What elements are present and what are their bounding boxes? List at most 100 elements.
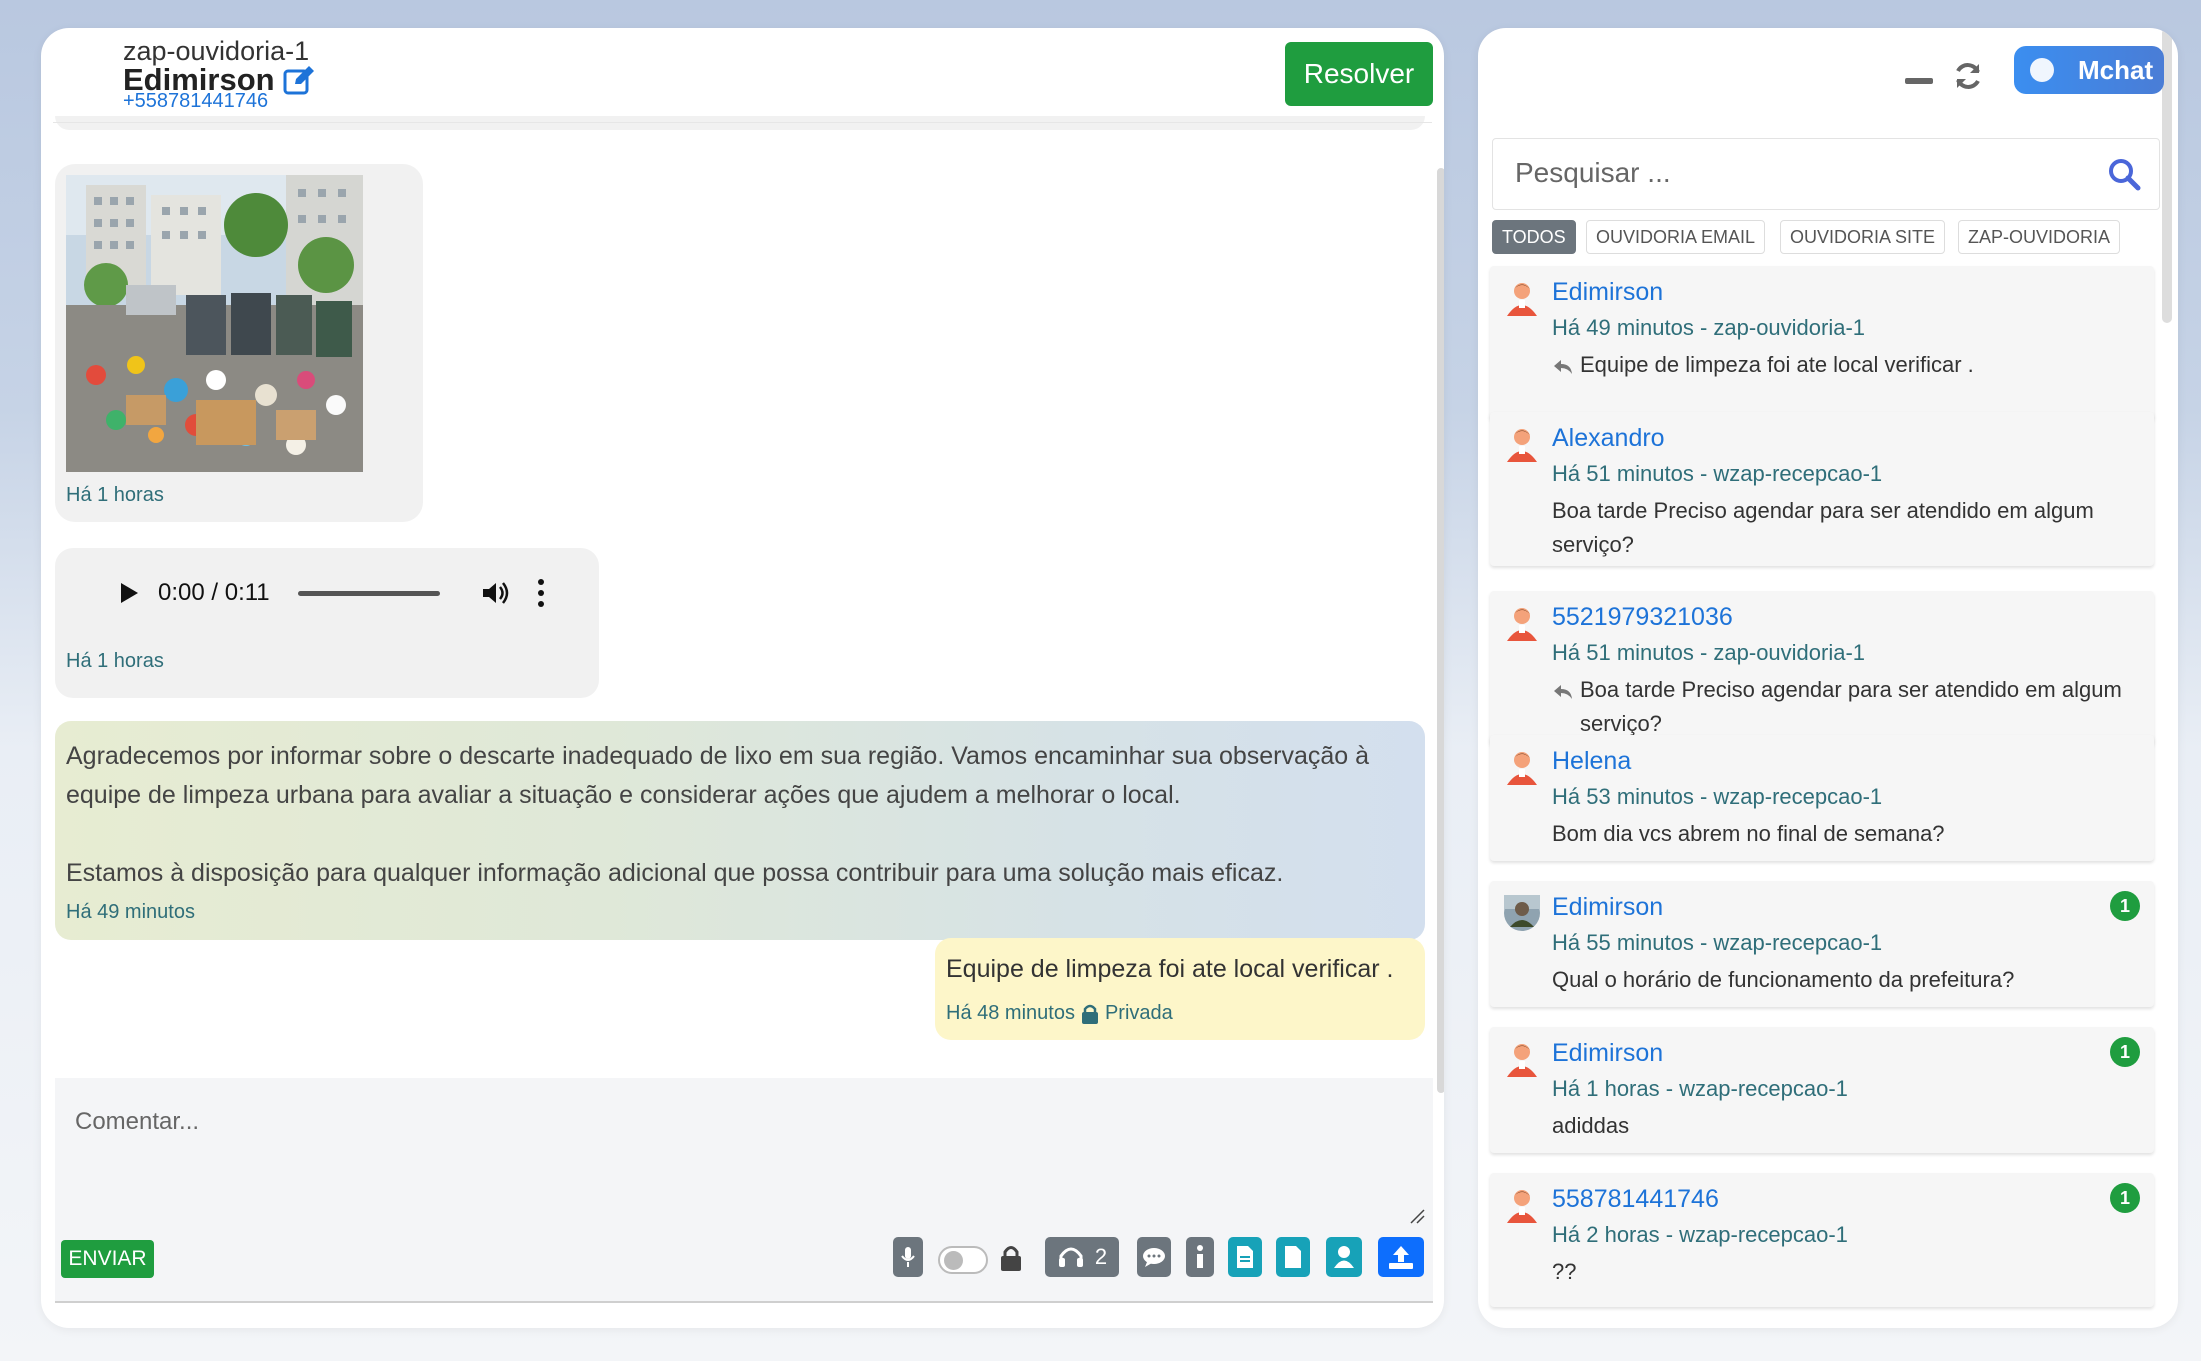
avatar	[1504, 895, 1540, 931]
info-icon[interactable]	[1186, 1237, 1214, 1277]
conversation-message-text: Equipe de limpeza foi ate local verifica…	[1580, 352, 1974, 377]
private-toggle[interactable]	[938, 1246, 988, 1274]
conversation-meta: Há 1 horas - wzap-recepcao-1	[1552, 1076, 1848, 1101]
audio-progress-slider[interactable]	[297, 590, 440, 596]
conversation-name[interactable]: Helena	[1552, 747, 1631, 776]
chat-panel: zap-ouvidoria-1 Edimirson +558781441746 …	[41, 28, 1444, 1328]
conversation-item[interactable]: Edimirson Há 55 minutos - wzap-recepcao-1…	[1490, 881, 2154, 1007]
filter-todos[interactable]: TODOS	[1492, 220, 1576, 254]
conversation-message-text: Boa tarde Preciso agendar para ser atend…	[1580, 677, 2122, 736]
message-time: Há 1 horas	[66, 484, 164, 506]
audio-player: 0:00 / 0:11	[85, 566, 575, 620]
conversation-meta: Há 53 minutos - wzap-recepcao-1	[1552, 784, 1883, 809]
chat-bubble-icon	[2030, 58, 2054, 82]
filter-ouvidoria-email[interactable]: OUVIDORIA EMAIL	[1586, 220, 1766, 254]
resize-grip-icon[interactable]	[1409, 1208, 1425, 1224]
conversation-last-message: adiddas	[1552, 1109, 2152, 1143]
conversation-sidebar: Mchat Pesquisar ... TODOS OUVIDORIA EMAI…	[1478, 28, 2178, 1328]
message-time: Há 49 minutos	[66, 901, 195, 923]
conversation-item[interactable]: 558781441746 Há 2 horas - wzap-recepcao-1…	[1490, 1173, 2154, 1307]
filter-zap-ouvidoria[interactable]: ZAP-OUVIDORIA	[1958, 220, 2121, 254]
reply-icon	[1552, 679, 1574, 701]
audio-time-display: 0:00 / 0:11	[158, 579, 270, 606]
conversation-message-text: Boa tarde Preciso agendar para ser atend…	[1552, 498, 2094, 557]
edit-icon[interactable]	[283, 65, 315, 95]
message-paragraph: Estamos à disposição para qualquer infor…	[66, 859, 1284, 887]
microphone-icon[interactable]	[893, 1237, 923, 1277]
conversation-last-message: Equipe de limpeza foi ate local verifica…	[1552, 348, 2152, 382]
chat-icon[interactable]	[1137, 1237, 1171, 1277]
conversation-meta: Há 51 minutos - wzap-recepcao-1	[1552, 461, 1883, 486]
file-icon[interactable]	[1276, 1237, 1310, 1277]
private-note-message: Equipe de limpeza foi ate local verifica…	[935, 938, 1425, 1040]
agents-count: 2	[1094, 1244, 1108, 1269]
avatar	[1504, 426, 1540, 462]
mchat-brand-button[interactable]: Mchat	[2014, 46, 2164, 94]
play-icon[interactable]	[121, 583, 138, 603]
search-input[interactable]: Pesquisar ...	[1492, 138, 2160, 210]
volume-icon[interactable]	[480, 578, 510, 608]
message-time: Há 48 minutos	[946, 1002, 1075, 1024]
avatar	[1504, 749, 1540, 785]
minimize-icon[interactable]	[1905, 78, 1933, 84]
conversation-last-message: Boa tarde Preciso agendar para ser atend…	[1552, 673, 2152, 741]
note-meta: Há 48 minutos Privada	[946, 1002, 1173, 1025]
header-divider	[53, 122, 1432, 123]
privacy-label: Privada	[1104, 1002, 1173, 1024]
conversation-item[interactable]: Alexandro Há 51 minutos - wzap-recepcao-1…	[1490, 412, 2154, 566]
comment-input[interactable]: Comentar...	[75, 1108, 199, 1136]
search-placeholder: Pesquisar ...	[1515, 157, 1671, 188]
send-button[interactable]: ENVIAR	[61, 1240, 154, 1278]
unread-badge: 1	[2110, 891, 2140, 921]
upload-icon[interactable]	[1378, 1237, 1424, 1277]
conversation-message-text: Bom dia vcs abrem no final de semana?	[1552, 821, 1945, 846]
audio-message: 0:00 / 0:11 Há 1 horas	[55, 548, 599, 698]
more-options-icon[interactable]	[536, 579, 546, 607]
conversation-last-message: Boa tarde Preciso agendar para ser atend…	[1552, 494, 2152, 562]
filter-ouvidoria-site[interactable]: OUVIDORIA SITE	[1780, 220, 1946, 254]
conversation-name[interactable]: 5521979321036	[1552, 603, 1733, 632]
conversation-message-text: adiddas	[1552, 1113, 1630, 1138]
conversation-meta: Há 2 horas - wzap-recepcao-1	[1552, 1222, 1848, 1247]
conversation-item[interactable]: Edimirson Há 1 horas - wzap-recepcao-1 adi…	[1490, 1027, 2154, 1153]
refresh-icon[interactable]	[1952, 60, 1984, 92]
conversation-message-text: ??	[1552, 1259, 1577, 1284]
brand-label: Mchat	[2078, 54, 2154, 85]
conversation-meta: Há 55 minutos - wzap-recepcao-1	[1552, 930, 1883, 955]
conversation-item[interactable]: Helena Há 53 minutos - wzap-recepcao-1 Bom…	[1490, 735, 2154, 861]
contact-phone[interactable]: +558781441746	[123, 90, 268, 113]
conversation-meta: Há 49 minutos - zap-ouvidoria-1	[1552, 315, 1866, 340]
lock-icon[interactable]	[1000, 1244, 1022, 1272]
agents-button[interactable]: 2	[1045, 1237, 1119, 1277]
search-icon[interactable]	[2107, 157, 2141, 191]
reply-icon	[1552, 354, 1574, 376]
conversation-item[interactable]: 5521979321036 Há 51 minutos - zap-ouvidor…	[1490, 591, 2154, 745]
conversation-message-text: Qual o horário de funcionamento da prefe…	[1552, 967, 2015, 992]
headset-icon	[1058, 1247, 1083, 1267]
conversation-last-message: Bom dia vcs abrem no final de semana?	[1552, 817, 2152, 851]
user-icon[interactable]	[1326, 1237, 1362, 1277]
chat-scrollbar[interactable]	[1437, 168, 1444, 1093]
conversation-name[interactable]: Edimirson	[1552, 893, 1663, 922]
conversation-item[interactable]: Edimirson Há 49 minutos - zap-ouvidoria-1…	[1490, 266, 2154, 420]
comment-composer: Comentar... ENVIAR	[55, 1078, 1433, 1303]
image-message: Há 1 horas	[55, 164, 423, 522]
message-image[interactable]	[66, 175, 363, 472]
previous-message-stub	[55, 116, 1425, 130]
avatar	[1504, 1041, 1540, 1077]
lock-icon	[1081, 1004, 1098, 1024]
document-icon[interactable]	[1228, 1237, 1262, 1277]
conversation-last-message: ??	[1552, 1255, 2152, 1289]
conversation-name[interactable]: Edimirson	[1552, 1039, 1663, 1068]
resolve-button[interactable]: Resolver	[1285, 42, 1433, 106]
message-text: Agradecemos por informar sobre o descart…	[66, 737, 1406, 893]
text-message: Agradecemos por informar sobre o descart…	[55, 721, 1425, 940]
conversation-meta: Há 51 minutos - zap-ouvidoria-1	[1552, 640, 1866, 665]
conversation-name[interactable]: Edimirson	[1552, 278, 1663, 307]
conversation-name[interactable]: Alexandro	[1552, 424, 1665, 453]
avatar	[1504, 1187, 1540, 1223]
message-paragraph: Agradecemos por informar sobre o descart…	[66, 742, 1370, 809]
conversation-name[interactable]: 558781441746	[1552, 1185, 1719, 1214]
avatar	[1504, 605, 1540, 641]
unread-badge: 1	[2110, 1183, 2140, 1213]
